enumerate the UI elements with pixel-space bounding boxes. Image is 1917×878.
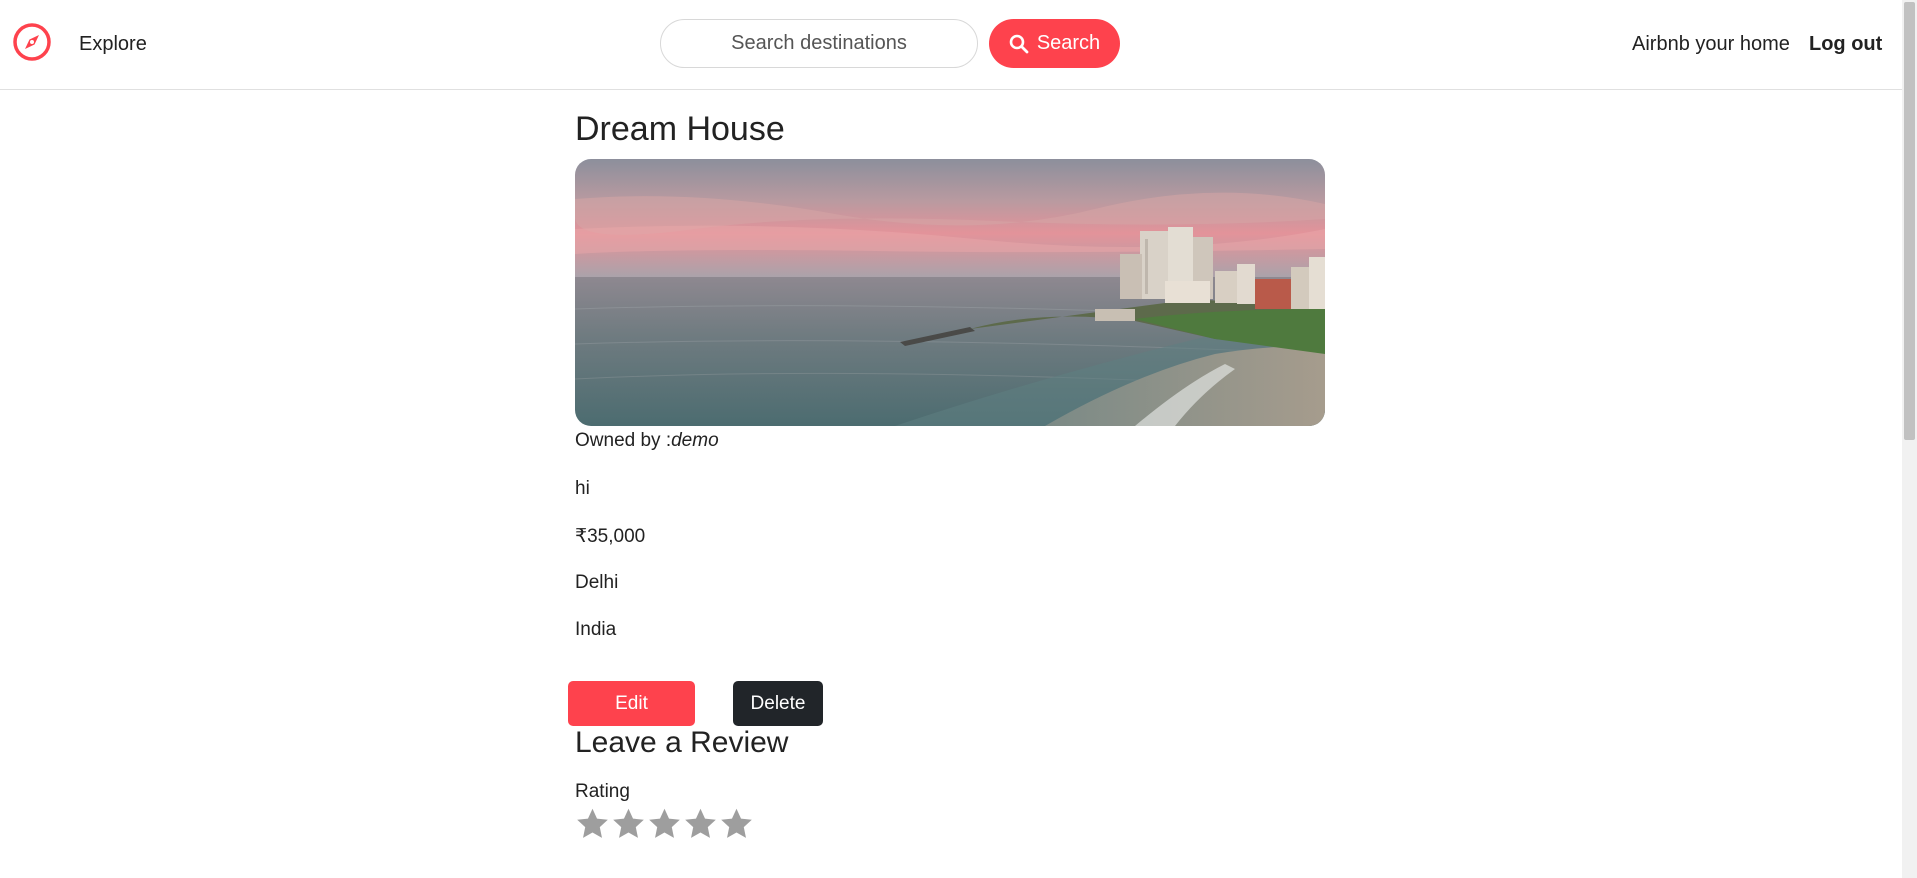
listing-title: Dream House [575, 110, 785, 148]
rating-label: Rating [575, 781, 630, 802]
edit-button[interactable]: Edit [568, 681, 695, 726]
star-icon[interactable] [575, 806, 610, 842]
search-input[interactable] [660, 19, 978, 68]
search-icon [1009, 34, 1029, 53]
listing-price: ₹35,000 [575, 526, 646, 547]
listing-description: hi [575, 478, 590, 499]
nav-logout-link[interactable]: Log out [1809, 33, 1882, 56]
listing-image [575, 159, 1325, 426]
listing-owner: Owned by :demo [575, 430, 719, 452]
listing-country: India [575, 619, 617, 640]
compass-logo-icon[interactable] [12, 22, 52, 62]
listing-city: Delhi [575, 572, 619, 593]
star-icon[interactable] [611, 806, 646, 842]
owner-name: demo [671, 430, 719, 451]
nav-host-link[interactable]: Airbnb your home [1632, 33, 1790, 56]
search-button[interactable]: Search [989, 19, 1120, 68]
star-icon[interactable] [683, 806, 718, 842]
navbar: Explore Search Airbnb your home Log out [0, 0, 1902, 90]
star-rating[interactable] [575, 806, 754, 842]
search-button-label: Search [1036, 32, 1101, 54]
star-icon[interactable] [719, 806, 754, 842]
nav-explore-link[interactable]: Explore [79, 33, 147, 56]
scrollbar-thumb[interactable] [1904, 2, 1915, 440]
review-heading: Leave a Review [575, 726, 789, 759]
owner-prefix: Owned by : [575, 430, 672, 451]
delete-button[interactable]: Delete [733, 681, 823, 726]
star-icon[interactable] [647, 806, 682, 842]
